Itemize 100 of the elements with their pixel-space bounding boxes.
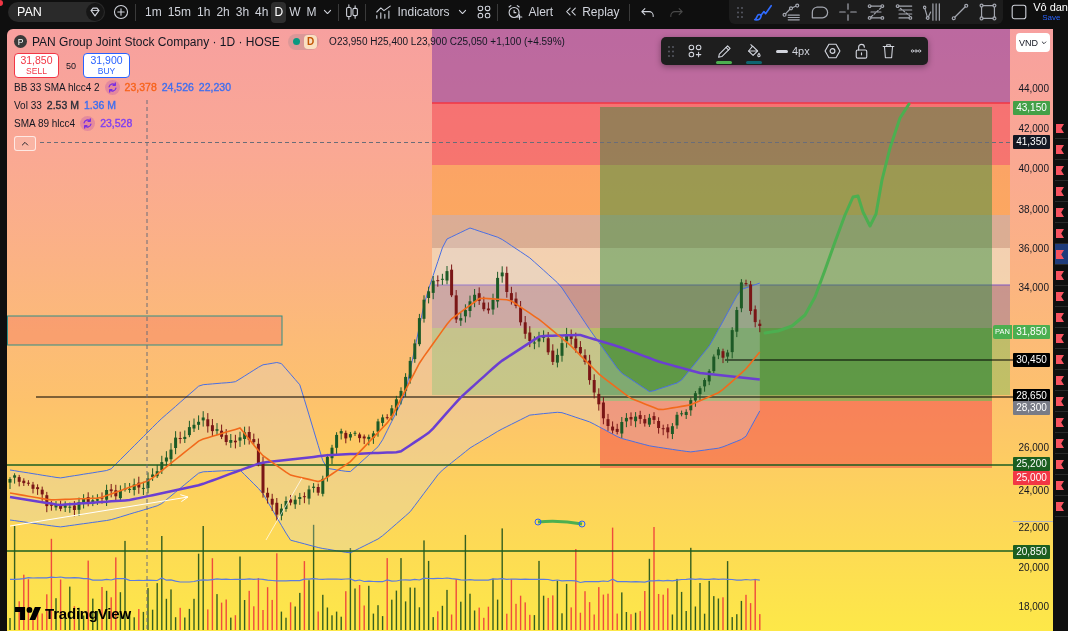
pencil-icon[interactable] <box>717 44 731 58</box>
add-shapes-icon[interactable] <box>688 44 702 58</box>
layout-name[interactable]: Vô dan <box>1033 2 1068 13</box>
interval-tab[interactable]: 1h <box>194 1 214 23</box>
interval-tab[interactable]: D <box>271 1 287 23</box>
study-name: BB 33 SMA hlcc4 2 <box>14 81 100 93</box>
flag-icon <box>1056 144 1064 154</box>
node-lines-icon[interactable] <box>782 3 801 21</box>
study-name: Vol 33 <box>14 99 42 111</box>
flag-icon <box>1056 501 1064 511</box>
interval-tab[interactable]: 1m <box>142 1 165 23</box>
zigzag-lines-icon[interactable] <box>923 3 942 21</box>
caret-down-icon[interactable] <box>323 9 333 15</box>
price-label: 34,000 <box>1018 282 1049 294</box>
flag-icon <box>1056 396 1064 406</box>
save-link[interactable]: Save <box>1042 14 1068 22</box>
study-value: 2.53 M <box>46 99 79 111</box>
flag-icon <box>1056 354 1064 364</box>
price-label: 42,000 <box>1018 123 1049 135</box>
flag-icon <box>1056 459 1064 469</box>
flag-icon <box>1056 291 1064 301</box>
interval-tab[interactable]: 2h <box>213 1 233 23</box>
study-value: 22,230 <box>198 81 231 93</box>
price-label: 22,000 <box>1018 522 1049 534</box>
horizontal-levels-icon[interactable] <box>895 4 914 20</box>
flag-icon <box>1056 228 1064 238</box>
flag-icon <box>1056 333 1064 343</box>
buy-button[interactable]: 31,900 BUY <box>83 53 130 78</box>
spread-value: 50 <box>66 60 76 71</box>
four-squares-icon[interactable] <box>477 5 492 19</box>
undo-icon[interactable] <box>639 6 655 18</box>
caret-down-icon <box>1041 40 1047 45</box>
price-tag: 25,000 <box>1013 471 1050 485</box>
symbol-logo: P <box>14 35 27 48</box>
study-value: 23,378 <box>124 81 157 93</box>
cycle-arrows-icon <box>104 79 120 95</box>
drag-handle-icon[interactable] <box>668 45 674 57</box>
flag-icon <box>1056 417 1064 427</box>
price-tag: 28,300 <box>1013 401 1050 415</box>
price-tag: 25,200 <box>1013 457 1050 471</box>
chart-bars-icon <box>375 5 393 19</box>
trash-icon[interactable] <box>881 43 895 59</box>
price-label: 26,000 <box>1018 442 1049 454</box>
flag-icon <box>1056 312 1064 322</box>
trend-line <box>265 477 303 541</box>
drag-handle-icon[interactable] <box>737 6 744 18</box>
line-segment-icon[interactable] <box>951 3 970 21</box>
paint-bucket-icon[interactable] <box>747 44 761 58</box>
sell-button[interactable]: 31,850 SELL <box>14 53 59 78</box>
price-tag: 43,150 <box>1013 101 1050 115</box>
line-width-icon <box>776 49 788 53</box>
delay-badge: D <box>303 34 318 49</box>
rewind-icon <box>565 7 578 17</box>
logo-icon <box>15 607 41 620</box>
price-tag: 30,450 <box>1013 353 1050 367</box>
caret-down-icon[interactable] <box>458 9 468 15</box>
more-icon[interactable] <box>908 49 923 53</box>
study-name: SMA 89 hlcc4 <box>14 117 76 129</box>
line-segment <box>534 518 586 528</box>
price-label: 20,000 <box>1018 562 1049 574</box>
alert-button[interactable]: Alert <box>504 1 557 23</box>
indicators-button[interactable]: Indicators <box>372 1 453 23</box>
flag-icon <box>1056 270 1064 280</box>
ohlc-values: O23,950 H25,400 L23,900 C25,050 +1,100 (+4.59%) <box>329 36 565 47</box>
status-dot-icon <box>292 38 300 45</box>
crosshair-icon[interactable] <box>839 3 858 21</box>
caret-up-icon <box>21 141 29 146</box>
flag-icon <box>1056 165 1064 175</box>
currency-dropdown[interactable]: VND <box>1016 33 1050 52</box>
collapse-button[interactable] <box>14 136 36 151</box>
flag-icon <box>1056 438 1064 448</box>
level-lines-icon[interactable] <box>867 4 886 20</box>
symbol-search-field[interactable]: PAN <box>8 2 105 22</box>
flag-icon <box>1056 123 1064 133</box>
price-label: 38,000 <box>1018 204 1049 216</box>
brush-icon[interactable] <box>753 3 773 21</box>
interval-tab[interactable]: 3h <box>232 1 253 23</box>
study-value: 23,528 <box>100 117 133 129</box>
rounded-shape-icon[interactable] <box>810 5 830 19</box>
interval-tab[interactable]: M <box>303 1 320 23</box>
add-circle-icon[interactable] <box>113 4 129 20</box>
line-width-button[interactable]: 4px <box>776 45 810 57</box>
interval-tab[interactable]: 15m <box>164 1 194 23</box>
watchlist-row[interactable] <box>1055 244 1068 265</box>
interval-tab[interactable]: W <box>286 1 304 23</box>
candlestick-icon[interactable] <box>345 4 360 20</box>
study-value: 24,526 <box>161 81 194 93</box>
symbol-title: PAN Group Joint Stock Company · 1D · HOSE <box>32 34 280 49</box>
replay-button[interactable]: Replay <box>562 1 623 23</box>
rectangle-icon[interactable] <box>979 3 998 21</box>
price-tag: 20,850 <box>1013 545 1050 559</box>
flag-icon <box>1056 480 1064 490</box>
flag-icon <box>1056 375 1064 385</box>
square-icon[interactable] <box>1011 4 1028 20</box>
price-tag: 31,850 <box>1013 325 1050 339</box>
interval-tab[interactable]: 4h <box>252 1 272 23</box>
settings-icon[interactable] <box>823 43 841 59</box>
padlock-icon[interactable] <box>854 43 868 59</box>
price-label: 18,000 <box>1018 601 1049 613</box>
price-label: 44,000 <box>1018 83 1049 95</box>
